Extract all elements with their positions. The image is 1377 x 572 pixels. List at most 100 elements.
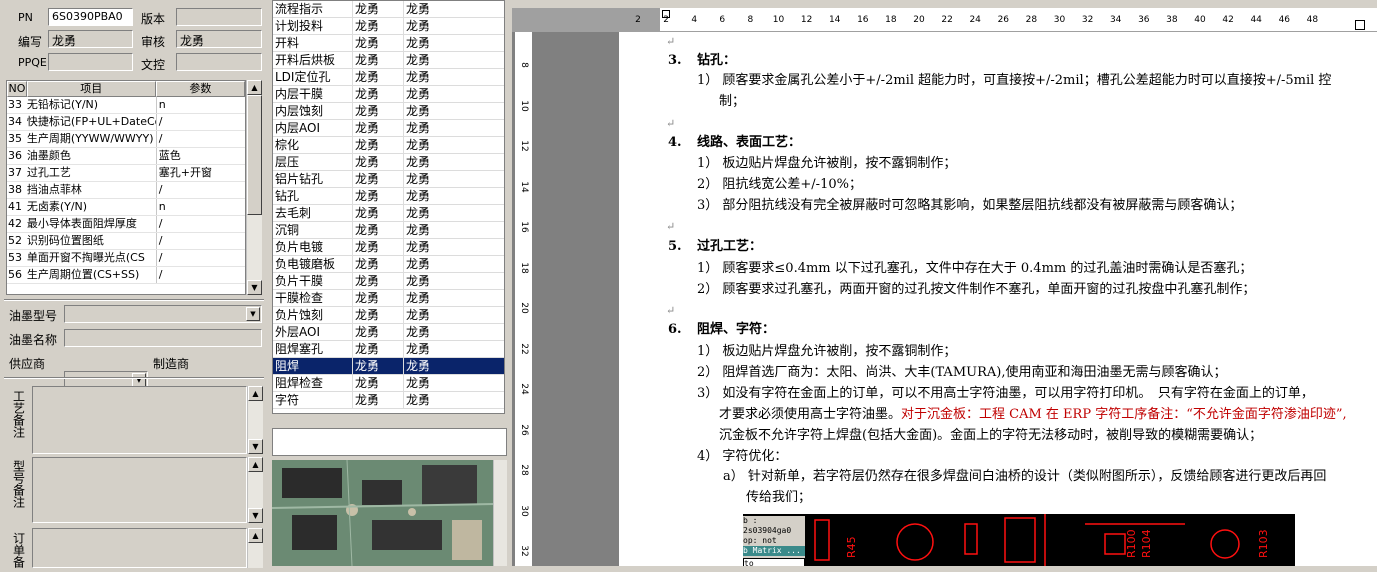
flow-row[interactable]: 内层干膜 龙勇 龙勇 [273, 86, 504, 103]
photo-scrollbar[interactable] [493, 460, 507, 566]
process-note-memo[interactable] [32, 386, 247, 454]
header-item[interactable]: 项目 [26, 81, 156, 97]
pn-label: PN [18, 11, 33, 24]
param-row[interactable]: 52 识别码位置图纸 / [7, 233, 245, 250]
doc-control-field[interactable] [176, 53, 262, 71]
flow-row[interactable]: 负片电镀 龙勇 龙勇 [273, 239, 504, 256]
param-cell-value: / [155, 182, 245, 198]
flow-row[interactable]: 负片蚀刻 龙勇 龙勇 [273, 307, 504, 324]
flow-row[interactable]: 负片干膜 龙勇 龙勇 [273, 273, 504, 290]
flow-cell-a: 龙勇 [353, 290, 404, 306]
flow-row[interactable]: 开料 龙勇 龙勇 [273, 35, 504, 52]
param-row[interactable]: 37 过孔工艺 塞孔+开窗 [7, 165, 245, 182]
flow-cell-step: 负片电镀 [273, 239, 353, 255]
ruler-tick: 28 [1025, 15, 1038, 25]
flow-row[interactable]: 阻焊塞孔 龙勇 龙勇 [273, 341, 504, 358]
param-row[interactable]: 35 生产周期(YYWW/WWYY) / [7, 131, 245, 148]
scroll-down-icon[interactable]: ▼ [248, 439, 263, 454]
param-cell-value: / [155, 114, 245, 130]
flow-row[interactable]: 内层AOI 龙勇 龙勇 [273, 120, 504, 137]
model-note-memo[interactable] [32, 457, 247, 523]
ruler-tick: 44 [1250, 15, 1262, 25]
ruler-tick: 6 [719, 15, 726, 25]
header-value[interactable]: 参数 [155, 81, 245, 97]
order-note-scrollbar[interactable]: ▲ [247, 528, 263, 568]
flow-input[interactable] [272, 428, 507, 456]
model-note-scrollbar[interactable]: ▲ ▼ [247, 457, 263, 523]
flow-row[interactable]: 内层蚀刻 龙勇 龙勇 [273, 103, 504, 120]
vruler-tick: 32 [519, 545, 529, 557]
vertical-ruler[interactable]: 8 10 12 14 16 18 20 22 24 26 28 30 32 [515, 32, 532, 566]
flow-row[interactable]: 字符 龙勇 龙勇 [273, 392, 504, 409]
flow-row[interactable]: 层压 龙勇 龙勇 [273, 154, 504, 171]
scroll-down-icon[interactable]: ▼ [248, 508, 263, 523]
flow-row[interactable]: 外层AOI 龙勇 龙勇 [273, 324, 504, 341]
param-row[interactable]: 42 最小导体表面阻焊厚度 / [7, 216, 245, 233]
order-note-memo[interactable] [32, 528, 247, 568]
flow-cell-b: 龙勇 [406, 189, 431, 203]
ruler-tick: 40 [1194, 15, 1206, 25]
flow-table[interactable]: 流程指示 龙勇 龙勇 计划投料 龙勇 龙勇 开料 龙勇 龙勇 开料后烘板 龙勇 龙勇 LDI定位孔 龙勇龙… [272, 0, 505, 414]
flow-row[interactable]: 阻焊检查 龙勇 龙勇 [273, 375, 504, 392]
param-table[interactable]: NO 项目 参数 33 无铅标记(Y/N) n 34 快捷标记(FP+UL+DateCo… [6, 80, 246, 295]
scroll-thumb[interactable] [247, 95, 262, 215]
param-row[interactable]: 38 挡油点菲林 / [7, 182, 245, 199]
divider [4, 299, 264, 301]
param-row[interactable]: 41 无卤素(Y/N) n [7, 199, 245, 216]
s5-item-1: 1） 顾客要求≤0.4mm 以下过孔塞孔，文件中存在大于 0.4mm 的过孔盖油… [697, 261, 1253, 276]
vruler-tick: 26 [519, 423, 529, 436]
flow-row[interactable]: 去毛刺 龙勇 龙勇 [273, 205, 504, 222]
flow-cell-b: 龙勇 [406, 36, 431, 50]
scroll-up-icon[interactable]: ▲ [248, 528, 263, 543]
horizontal-ruler[interactable]: 2 2 4 6 8 10 12 14 16 18 20 22 24 26 28 30 32 34 36 38 40 42 4… [512, 8, 1377, 32]
flow-row[interactable]: 开料后烘板 龙勇 龙勇 [273, 52, 504, 69]
right-indent-icon[interactable] [1355, 20, 1365, 30]
param-row[interactable]: 53 单面开窗不掏曝光点(CS / [7, 250, 245, 267]
param-row[interactable]: 34 快捷标记(FP+UL+DateCo / [7, 114, 245, 131]
ruler-tick: 22 [941, 15, 953, 25]
flow-row[interactable]: 棕化 龙勇 龙勇 [273, 137, 504, 154]
author-field[interactable]: 龙勇 [48, 30, 133, 48]
flow-row[interactable]: 沉铜 龙勇 龙勇 [273, 222, 504, 239]
param-cell-no: 34 [8, 115, 22, 128]
flow-row[interactable]: 负电镀磨板 龙勇 龙勇 [273, 256, 504, 273]
param-row[interactable]: 33 无铅标记(Y/N) n [7, 97, 245, 114]
param-cell-value: 蓝色 [155, 148, 245, 164]
scroll-up-icon[interactable]: ▲ [248, 386, 263, 401]
section-3-title: 钻孔： [697, 53, 737, 68]
ruler-tick: 2 [663, 15, 669, 25]
flow-row[interactable]: 钻孔 龙勇 龙勇 [273, 188, 504, 205]
ink-name-field[interactable] [64, 329, 262, 347]
flow-cell-step: 内层蚀刻 [273, 103, 353, 119]
flow-row[interactable]: 计划投料 龙勇 龙勇 [273, 18, 504, 35]
flow-cell-step: 计划投料 [273, 18, 353, 34]
param-cell-item: 识别码位置图纸 [26, 234, 104, 247]
param-cell-no: 53 [8, 251, 22, 264]
flow-cell-b: 龙勇 [406, 240, 431, 254]
flow-row[interactable]: 流程指示 龙勇 龙勇 [273, 1, 504, 18]
flow-row[interactable]: 阻焊 龙勇 龙勇 [273, 358, 504, 375]
scroll-up-icon[interactable]: ▲ [248, 457, 263, 472]
chevron-down-icon[interactable]: ▼ [132, 373, 146, 387]
flow-row[interactable]: LDI定位孔 龙勇 龙勇 [273, 69, 504, 86]
pn-field[interactable]: 6S0390PBA0 [48, 8, 133, 26]
flow-cell-b: 龙勇 [406, 206, 431, 220]
s6-item-3-line2-text: 才要求必须使用高士字符油墨。 [719, 407, 902, 422]
flow-cell-a: 龙勇 [353, 324, 404, 340]
ink-model-select[interactable]: ▼ [64, 305, 262, 323]
review-field[interactable]: 龙勇 [176, 30, 262, 48]
param-scrollbar[interactable]: ▲ ▼ [246, 80, 262, 295]
chevron-down-icon[interactable]: ▼ [246, 307, 260, 321]
param-row[interactable]: 36 油墨颜色 蓝色 [7, 148, 245, 165]
return-mark: ↵ [666, 304, 676, 317]
process-note-scrollbar[interactable]: ▲ ▼ [247, 386, 263, 454]
scroll-up-icon[interactable]: ▲ [247, 80, 262, 95]
flow-row[interactable]: 铝片钻孔 龙勇 龙勇 [273, 171, 504, 188]
flow-row[interactable]: 干膜检查 龙勇 龙勇 [273, 290, 504, 307]
header-no[interactable]: NO [7, 81, 27, 97]
param-row[interactable]: 56 生产周期位置(CS+SS) / [7, 267, 245, 284]
version-field[interactable] [176, 8, 262, 26]
ruler-tick: 26 [997, 15, 1010, 25]
ppqe-field[interactable] [48, 53, 133, 71]
scroll-down-icon[interactable]: ▼ [247, 280, 262, 295]
